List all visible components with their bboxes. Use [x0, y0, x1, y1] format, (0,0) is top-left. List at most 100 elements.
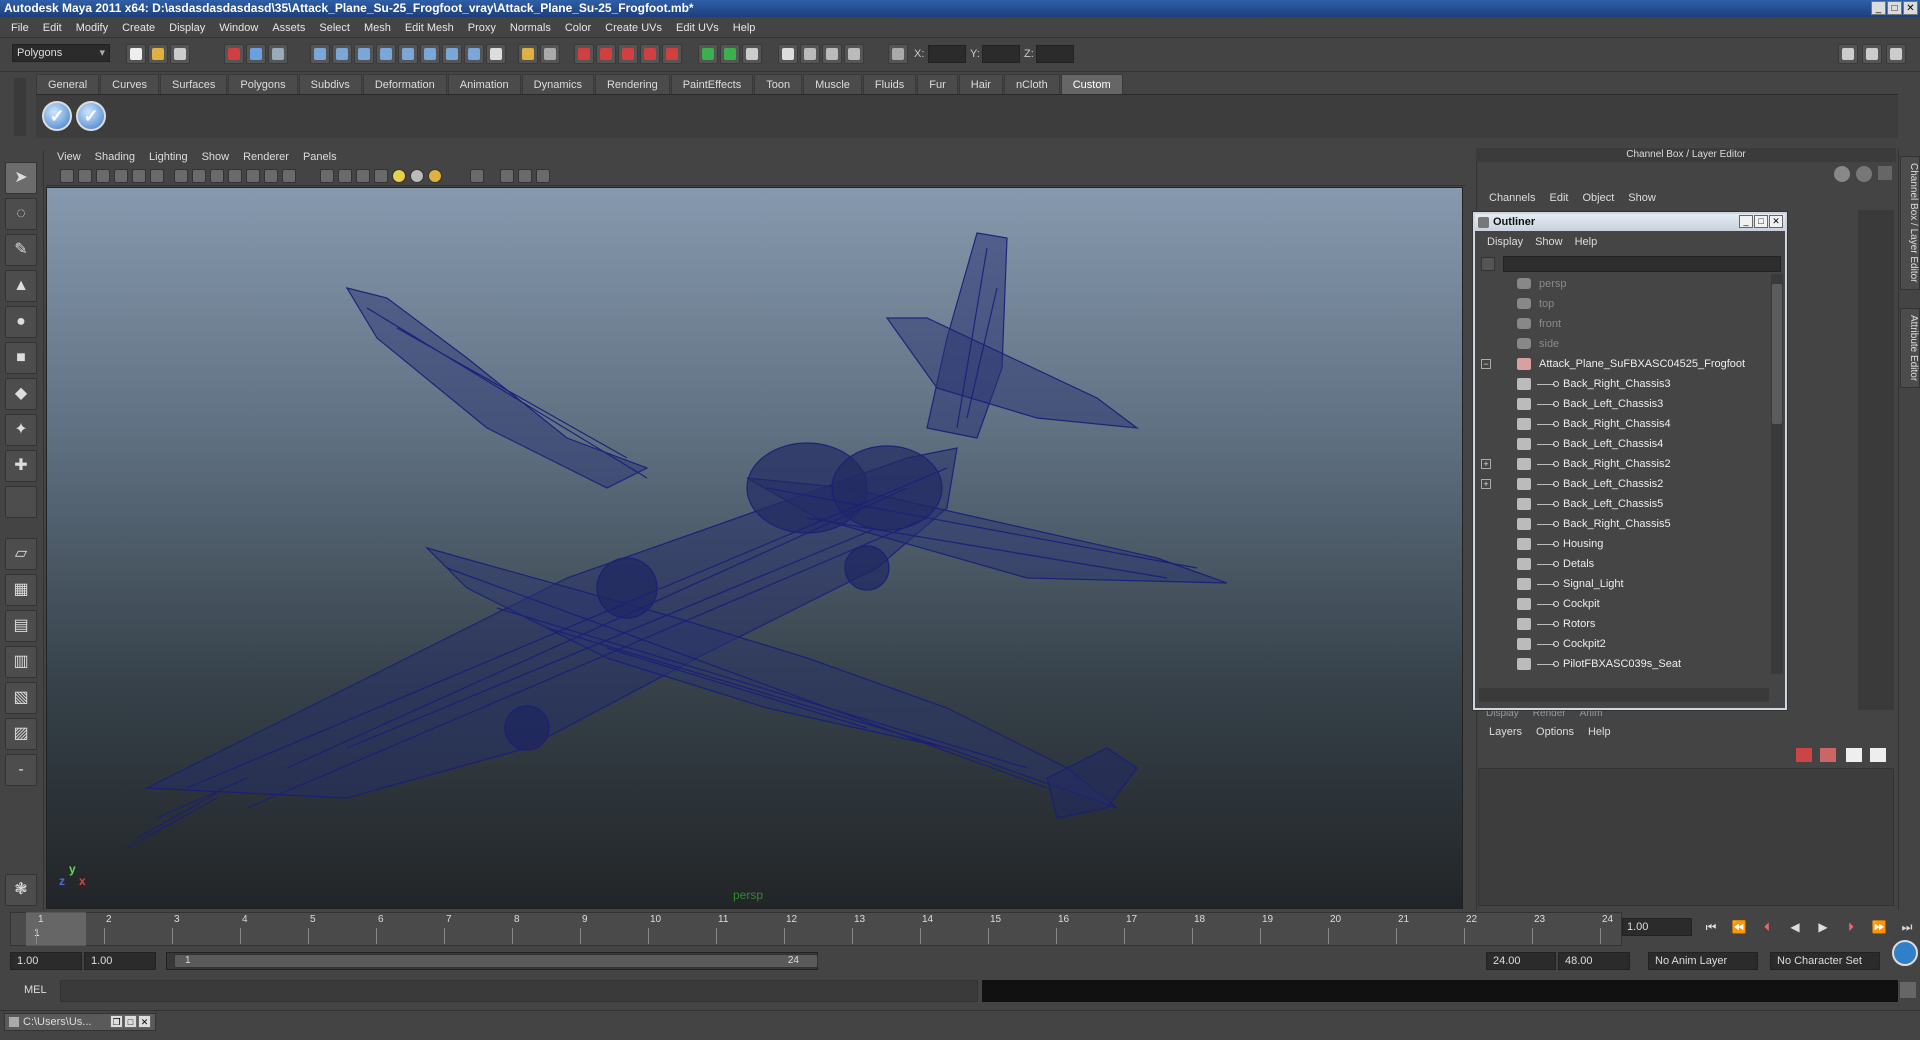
last-tool-icon[interactable]: ✚ [5, 450, 37, 482]
outliner-persp-layout-icon[interactable]: ▤ [5, 610, 37, 642]
isolate-icon[interactable] [320, 169, 334, 183]
lock-selection-icon[interactable] [518, 44, 538, 64]
panel-menu-renderer[interactable]: Renderer [236, 148, 296, 166]
transform-input-icon[interactable] [888, 44, 908, 64]
trax-layout-icon[interactable]: ▨ [5, 718, 37, 750]
menu-display[interactable]: Display [162, 18, 212, 37]
shelf-tab-hair[interactable]: Hair [958, 74, 1003, 94]
list-item[interactable]: Signal_Light [1477, 574, 1767, 594]
image-plane-icon[interactable] [114, 169, 128, 183]
menu-file[interactable]: File [4, 18, 36, 37]
menu-normals[interactable]: Normals [503, 18, 558, 37]
attribute-editor-toggle-icon[interactable] [1862, 44, 1882, 64]
auto-key-icon[interactable] [1892, 940, 1918, 966]
pick-mask-icon[interactable] [310, 44, 330, 64]
list-item-root[interactable]: − Attack_Plane_SuFBXASC04525_Frogfoot [1477, 354, 1767, 374]
list-item[interactable]: front [1477, 314, 1767, 334]
expand-icon[interactable]: + [1481, 459, 1491, 469]
select-rendering-icon[interactable] [464, 44, 484, 64]
new-scene-icon[interactable] [126, 44, 146, 64]
layer-tab-display[interactable]: Display [1486, 708, 1519, 722]
panel-menu-lighting[interactable]: Lighting [142, 148, 195, 166]
shelf-tab-deformation[interactable]: Deformation [362, 74, 447, 94]
snap-point-icon[interactable] [618, 44, 638, 64]
camera-attributes-icon[interactable] [78, 169, 92, 183]
select-handles-icon[interactable] [332, 44, 352, 64]
cb-menu-object[interactable]: Object [1575, 188, 1621, 208]
select-tool-icon[interactable]: ➤ [5, 162, 37, 194]
menu-assets[interactable]: Assets [265, 18, 312, 37]
layer-menu-options[interactable]: Options [1529, 722, 1581, 742]
layer-tab-anim[interactable]: Anim [1580, 708, 1603, 722]
shelf-tab-muscle[interactable]: Muscle [803, 74, 862, 94]
side-tab-attribute-editor[interactable]: Attribute Editor [1900, 308, 1920, 389]
manipulator-tool-icon[interactable]: ◆ [5, 378, 37, 410]
snap-plane-icon[interactable] [640, 44, 660, 64]
menu-create-uvs[interactable]: Create UVs [598, 18, 669, 37]
outliner-close-button[interactable]: ✕ [1769, 215, 1783, 228]
graph-persp-layout-icon[interactable]: ▥ [5, 646, 37, 678]
shelf-tab-surfaces[interactable]: Surfaces [159, 74, 228, 94]
shelf-tab-general[interactable]: General [36, 74, 100, 94]
shelf-tab-subdivs[interactable]: Subdivs [298, 74, 362, 94]
expand-icon[interactable]: + [1481, 479, 1491, 489]
new-layer-icon[interactable] [1796, 748, 1812, 762]
shelf-tab-toon[interactable]: Toon [754, 74, 803, 94]
select-object-icon[interactable] [246, 44, 266, 64]
list-item[interactable]: Rotors [1477, 614, 1767, 634]
cb-menu-show[interactable]: Show [1621, 188, 1663, 208]
menu-mesh[interactable]: Mesh [357, 18, 398, 37]
script-editor-icon[interactable] [1900, 982, 1916, 998]
outliner-menu-help[interactable]: Help [1569, 232, 1604, 252]
channel-box-icon[interactable] [1834, 166, 1850, 182]
channel-box-toggle-icon[interactable] [1838, 44, 1858, 64]
cb-menu-edit[interactable]: Edit [1542, 188, 1575, 208]
new-layer-selected-icon[interactable] [1820, 748, 1836, 762]
menu-window[interactable]: Window [212, 18, 265, 37]
shelf-tab-painteffects[interactable]: PaintEffects [670, 74, 754, 94]
list-item[interactable]: Back_Right_Chassis4 [1477, 414, 1767, 434]
custom-check-icon[interactable]: ✓ [42, 101, 72, 131]
select-hierarchy-icon[interactable] [224, 44, 244, 64]
scrollbar-thumb[interactable] [1772, 284, 1782, 424]
list-item[interactable]: + Back_Right_Chassis2 [1477, 454, 1767, 474]
cb-menu-channels[interactable]: Channels [1482, 188, 1542, 208]
filter-icon[interactable] [1481, 257, 1495, 271]
layer-menu-layers[interactable]: Layers [1482, 722, 1529, 742]
layer-editor-icon[interactable] [1856, 166, 1872, 182]
outliner-search-input[interactable] [1503, 256, 1781, 272]
list-item[interactable]: Back_Right_Chassis5 [1477, 514, 1767, 534]
perspective-viewport[interactable]: persp y x z [46, 187, 1463, 909]
side-tab-channel-box[interactable]: Channel Box / Layer Editor [1900, 156, 1920, 290]
step-back-frame-icon[interactable]: ⏴ [1756, 918, 1778, 936]
highlight-selection-icon[interactable] [540, 44, 560, 64]
layer-tab-render[interactable]: Render [1533, 708, 1566, 722]
save-scene-icon[interactable] [170, 44, 190, 64]
go-to-end-icon[interactable]: ⏭ [1896, 918, 1918, 936]
minimized-window[interactable]: C:\Users\Us... ❐ □ ✕ [4, 1013, 156, 1031]
cube-shade-icon[interactable] [338, 169, 352, 183]
menu-edit[interactable]: Edit [36, 18, 69, 37]
single-perspective-layout-icon[interactable]: ▱ [5, 538, 37, 570]
all-lights-icon[interactable] [410, 169, 424, 183]
time-slider[interactable] [10, 912, 1622, 946]
minimize-button[interactable]: _ [1871, 1, 1886, 15]
current-frame-field[interactable]: 1.00 [1622, 918, 1692, 936]
bookmark-icon[interactable] [96, 169, 110, 183]
menu-color[interactable]: Color [558, 18, 598, 37]
list-item[interactable]: side [1477, 334, 1767, 354]
outliner-minimize-button[interactable]: _ [1739, 215, 1753, 228]
shelf-tab-fluids[interactable]: Fluids [862, 74, 917, 94]
list-item[interactable]: Back_Left_Chassis3 [1477, 394, 1767, 414]
move-down-layer-icon[interactable] [1870, 748, 1886, 762]
list-item[interactable]: Housing [1477, 534, 1767, 554]
panel-menu-shading[interactable]: Shading [88, 148, 142, 166]
share-view-icon[interactable] [536, 169, 550, 183]
outliner-maximize-button[interactable]: □ [1754, 215, 1768, 228]
checker-icon[interactable] [374, 169, 388, 183]
menu-edit-uvs[interactable]: Edit UVs [669, 18, 726, 37]
safe-action-icon[interactable] [518, 169, 532, 183]
outliner-menu-show[interactable]: Show [1529, 232, 1569, 252]
close-button[interactable]: ✕ [138, 1015, 151, 1028]
render-view-icon[interactable] [778, 44, 798, 64]
